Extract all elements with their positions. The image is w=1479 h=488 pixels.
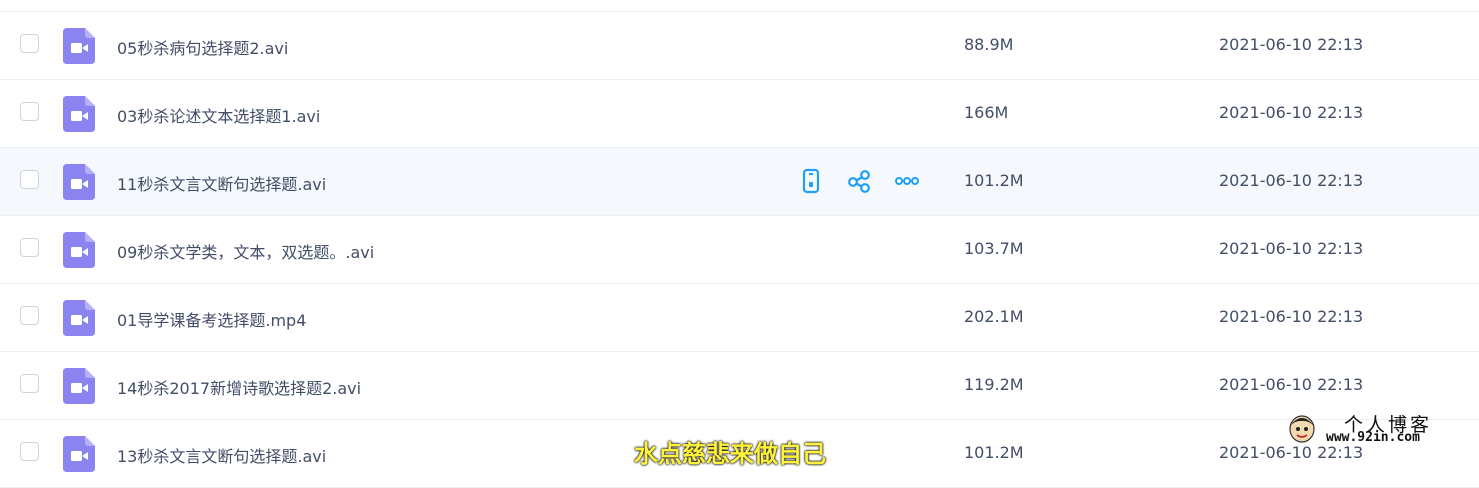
file-row[interactable]: 11秒杀文言文断句选择题.avi 101.2M 2021-06-10 22:13 xyxy=(0,148,1479,216)
file-row[interactable]: 09秒杀文学类，文本，双选题。.avi 103.7M 2021-06-10 22… xyxy=(0,216,1479,284)
file-name[interactable]: 05秒杀病句选择题2.avi xyxy=(117,35,288,59)
row-checkbox[interactable] xyxy=(20,102,39,121)
video-file-icon xyxy=(63,368,95,404)
video-caption-overlay: 水点慈悲来做自己 xyxy=(634,440,826,468)
video-file-icon xyxy=(63,232,95,268)
file-name[interactable]: 01导学课备考选择题.mp4 xyxy=(117,307,306,331)
file-size: 103.7M xyxy=(964,239,1024,258)
file-modified-date: 2021-06-10 22:13 xyxy=(1219,307,1364,326)
file-size: 88.9M xyxy=(964,35,1014,54)
file-modified-date: 2021-06-10 22:13 xyxy=(1219,375,1364,394)
row-checkbox[interactable] xyxy=(20,306,39,325)
row-checkbox[interactable] xyxy=(20,238,39,257)
file-name[interactable]: 03秒杀论述文本选择题1.avi xyxy=(117,103,320,127)
file-modified-date: 2021-06-10 22:13 xyxy=(1219,239,1364,258)
video-file-icon xyxy=(63,436,95,472)
file-size: 166M xyxy=(964,103,1009,122)
row-checkbox[interactable] xyxy=(20,374,39,393)
row-checkbox[interactable] xyxy=(20,170,39,189)
video-file-icon xyxy=(63,164,95,200)
file-row[interactable]: 01导学课备考选择题.mp4 202.1M 2021-06-10 22:13 xyxy=(0,284,1479,352)
row-checkbox[interactable] xyxy=(20,34,39,53)
file-name[interactable]: 11秒杀文言文断句选择题.avi xyxy=(117,171,326,195)
more-icon[interactable] xyxy=(894,168,920,194)
cartoon-face-icon xyxy=(1289,415,1315,443)
file-name[interactable]: 09秒杀文学类，文本，双选题。.avi xyxy=(117,239,374,263)
file-size: 101.2M xyxy=(964,443,1024,462)
file-list: 05秒杀病句选择题2.avi 88.9M 2021-06-10 22:13 03… xyxy=(0,12,1479,488)
video-file-icon xyxy=(63,300,95,336)
file-modified-date: 2021-06-10 22:13 xyxy=(1219,35,1364,54)
share-icon[interactable] xyxy=(846,168,872,194)
file-row[interactable]: 03秒杀论述文本选择题1.avi 166M 2021-06-10 22:13 xyxy=(0,80,1479,148)
row-checkbox[interactable] xyxy=(20,442,39,461)
file-row[interactable]: 05秒杀病句选择题2.avi 88.9M 2021-06-10 22:13 xyxy=(0,12,1479,80)
file-row[interactable]: 14秒杀2017新增诗歌选择题2.avi 119.2M 2021-06-10 2… xyxy=(0,352,1479,420)
file-size: 202.1M xyxy=(964,307,1024,326)
file-size: 119.2M xyxy=(964,375,1024,394)
file-modified-date: 2021-06-10 22:13 xyxy=(1219,171,1364,190)
video-file-icon xyxy=(63,28,95,64)
file-modified-date: 2021-06-10 22:13 xyxy=(1219,103,1364,122)
file-name[interactable]: 13秒杀文言文断句选择题.avi xyxy=(117,443,326,467)
video-file-icon xyxy=(63,96,95,132)
phone-icon[interactable] xyxy=(798,168,824,194)
watermark-url: www.92in.com xyxy=(1326,430,1420,445)
blog-watermark: 个人博客 www.92in.com xyxy=(1288,410,1479,451)
file-name[interactable]: 14秒杀2017新增诗歌选择题2.avi xyxy=(117,375,361,399)
file-size: 101.2M xyxy=(964,171,1024,190)
